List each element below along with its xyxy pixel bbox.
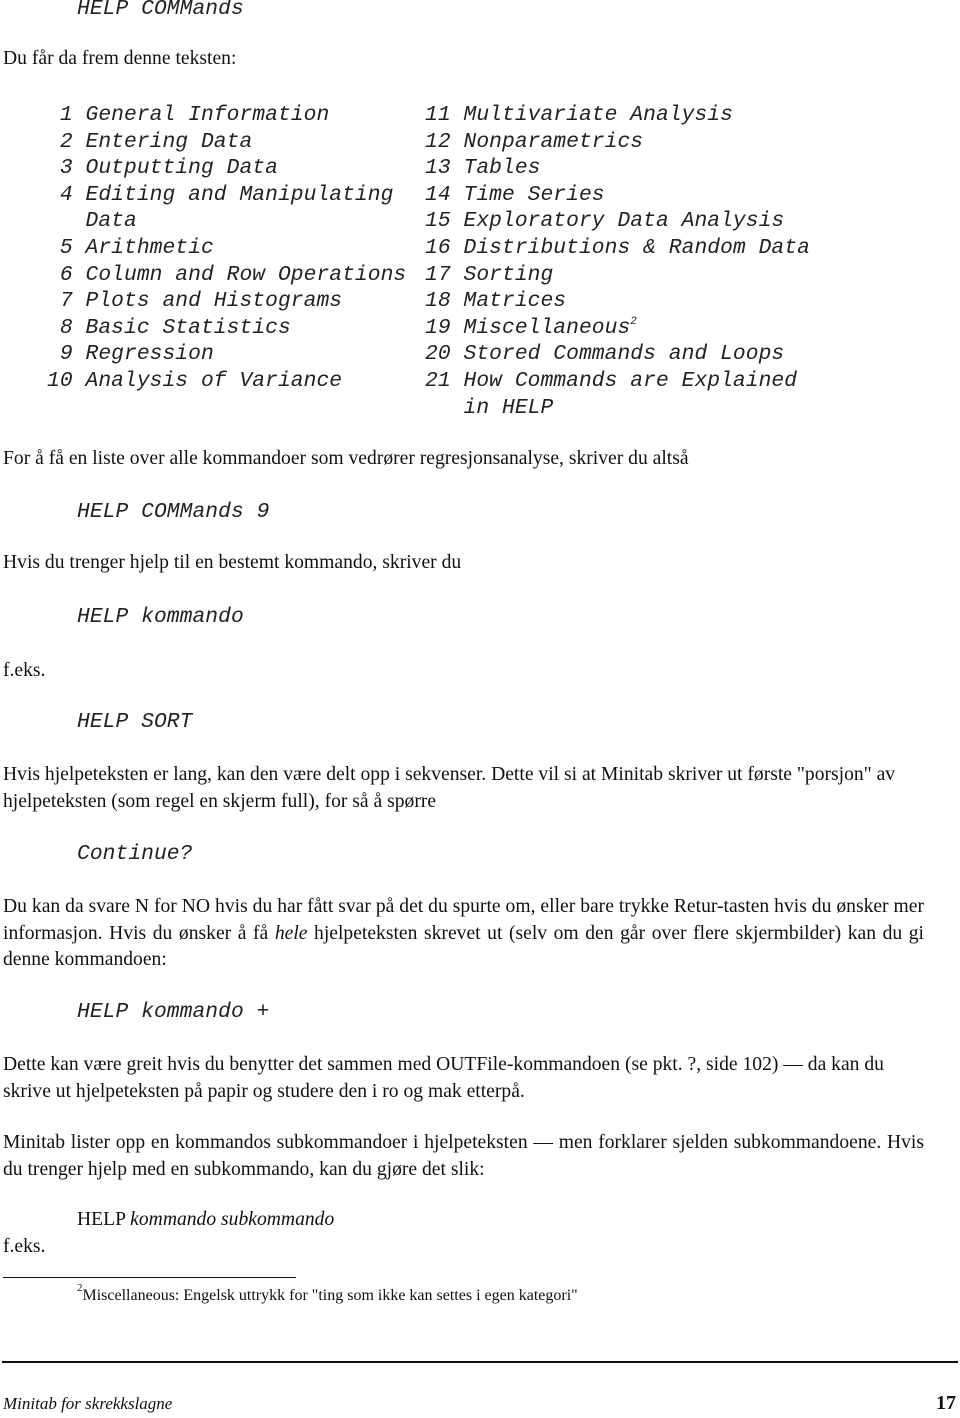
toc-item-number: 8 — [59, 315, 73, 340]
toc-item: 1 General Information — [29, 102, 406, 129]
command-help-kommando-plus: HELP kommando + — [77, 1000, 270, 1024]
footnote-reference: 2 — [630, 315, 637, 328]
toc-item-number: 2 — [59, 129, 73, 154]
toc-item-number: 13 — [424, 156, 451, 181]
toc-item-label: Time Series — [463, 182, 605, 207]
toc-item: 17 Sorting — [407, 262, 810, 289]
toc-item: 10 Analysis of Variance — [29, 368, 406, 395]
toc-item: 13 Tables — [407, 155, 810, 182]
example-label-1: f.eks. — [3, 660, 46, 681]
toc-item-label: Column and Row Operations — [85, 262, 407, 287]
command-continue: Continue? — [77, 842, 193, 866]
toc-item-label: Exploratory Data Analysis — [463, 209, 785, 234]
toc-item-label: Arithmetic — [85, 235, 214, 260]
toc-item-label: Distributions & Random Data — [463, 235, 810, 260]
toc-item-label: Stored Commands and Loops — [463, 342, 785, 367]
paragraph-subcommands: Minitab lister opp en kommandos subkomma… — [3, 1132, 924, 1180]
toc-left-column: 1 General Information 2 Entering Data 3 Ou… — [29, 102, 406, 395]
intro-text: Du får da frem denne teksten: — [3, 48, 237, 69]
toc-item: 19 Miscellaneous2 — [407, 315, 810, 342]
command-help-kommando: HELP kommando — [77, 605, 244, 629]
toc-item-label: Sorting — [463, 262, 554, 287]
paragraph-specific-command: Hvis du trenger hjelp til en bestemt kom… — [3, 552, 462, 573]
toc-item: 11 Multivariate Analysis — [407, 102, 810, 129]
command-help-commands: HELP COMMands — [77, 0, 244, 21]
toc-item: Data — [29, 208, 406, 235]
toc-item-number: 3 — [59, 156, 73, 181]
toc-item-number: 19 — [424, 315, 451, 340]
toc-item-number: 9 — [59, 342, 73, 367]
footnote-text: Miscellaneous: Engelsk uttrykk for "ting… — [82, 1287, 578, 1304]
footer-page-number: 17 — [936, 1392, 956, 1414]
toc-item-number: 1 — [59, 103, 73, 127]
command-help-commands-9: HELP COMMands 9 — [77, 500, 270, 524]
toc-item: 15 Exploratory Data Analysis — [407, 208, 810, 235]
paragraph-answer: Du kan da svare N for NO hvis du har fåt… — [3, 894, 924, 974]
toc-item-number: 18 — [424, 289, 451, 314]
toc-item: 5 Arithmetic — [29, 235, 406, 262]
toc-item: 3 Outputting Data — [29, 155, 406, 182]
toc-right-column: 11 Multivariate Analysis 12 Nonparametric… — [407, 102, 810, 421]
toc-item: 20 Stored Commands and Loops — [407, 341, 810, 368]
toc-item-label: Basic Statistics — [85, 315, 291, 340]
page-footer-rule — [2, 1361, 958, 1363]
toc-item-label: General Information — [85, 103, 330, 127]
toc-item-number: 16 — [424, 235, 451, 260]
toc-item-label: Regression — [85, 342, 214, 367]
toc-item-label: Plots and Histograms — [85, 289, 343, 314]
footnote-separator — [3, 1277, 296, 1278]
toc-item-label: Miscellaneous — [463, 315, 631, 340]
toc-item-number: 11 — [424, 103, 451, 127]
toc-item-number: 15 — [424, 209, 451, 234]
toc-item-label: Nonparametrics — [463, 129, 644, 154]
toc-item: 21 How Commands are Explained — [407, 368, 810, 395]
command-help-prefix: HELP — [77, 1209, 126, 1230]
emphasis-hele: hele — [274, 922, 308, 944]
toc-item-number: 21 — [424, 368, 451, 393]
toc-item-number: 17 — [424, 262, 451, 287]
toc-item-number: 10 — [46, 368, 73, 393]
toc-item-label: Multivariate Analysis — [463, 103, 733, 127]
command-help-subkommando: HELP kommando subkommando — [77, 1209, 334, 1231]
footnote: 2Miscellaneous: Engelsk uttrykk for "tin… — [77, 1283, 578, 1305]
toc-item-number: 6 — [59, 262, 73, 287]
toc-item-number: 7 — [59, 289, 73, 314]
toc-item: 16 Distributions & Random Data — [407, 235, 810, 262]
toc-item-label: Outputting Data — [85, 156, 278, 181]
toc-item-label: Matrices — [463, 289, 567, 314]
toc-item-label: Entering Data — [85, 129, 253, 154]
toc-item-label: How Commands are Explained — [463, 368, 798, 393]
paragraph-regression: For å få en liste over alle kommandoer s… — [3, 448, 689, 469]
toc-item: 7 Plots and Histograms — [29, 288, 406, 315]
toc-item-label: Data — [85, 209, 137, 234]
toc-item: 2 Entering Data — [29, 129, 406, 156]
toc-item: 4 Editing and Manipulating — [29, 182, 406, 209]
toc-item-label: Analysis of Variance — [85, 368, 343, 393]
toc-item: 8 Basic Statistics — [29, 315, 406, 342]
toc-item-label: Editing and Manipulating — [85, 182, 394, 207]
paragraph-outfile: Dette kan være greit hvis du benytter de… — [3, 1054, 884, 1102]
toc-item-label: in HELP — [463, 395, 554, 420]
command-help-sort: HELP SORT — [77, 710, 193, 734]
toc-item-label: Tables — [463, 156, 541, 181]
toc-item: 9 Regression — [29, 341, 406, 368]
paragraph-long-help: Hvis hjelpeteksten er lang, kan den være… — [3, 764, 896, 812]
toc-item: 12 Nonparametrics — [407, 129, 810, 156]
footer-book-title: Minitab for skrekkslagne — [3, 1394, 173, 1413]
toc-item: in HELP — [407, 395, 810, 422]
toc-item-number: 12 — [424, 129, 451, 154]
toc-item: 14 Time Series — [407, 182, 810, 209]
toc-item: 18 Matrices — [407, 288, 810, 315]
command-help-subkommando-args: kommando subkommando — [130, 1209, 335, 1230]
toc-item-number: 20 — [424, 342, 451, 367]
toc-item-number: 14 — [424, 182, 451, 207]
toc-item-number: 4 — [59, 182, 73, 207]
toc-item: 6 Column and Row Operations — [29, 262, 406, 289]
example-label-2: f.eks. — [3, 1236, 46, 1257]
toc-item-number: 5 — [59, 235, 73, 260]
